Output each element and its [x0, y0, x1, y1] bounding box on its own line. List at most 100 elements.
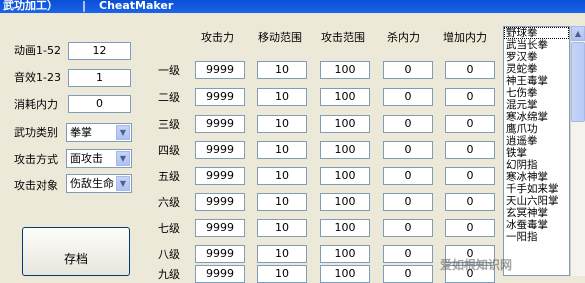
level-value-field[interactable]: 10	[257, 193, 307, 211]
level-value-field[interactable]: 10	[257, 265, 307, 283]
level-value-field[interactable]: 100	[320, 193, 370, 211]
level-value-field[interactable]: 0	[445, 88, 495, 106]
skill-list-item[interactable]: 鹰爪功	[504, 123, 569, 135]
category-value: 拳掌	[70, 126, 92, 139]
level-value-field[interactable]: 0	[383, 193, 433, 211]
header-kill-mp: 杀内力	[387, 31, 420, 44]
level-value-field[interactable]: 9999	[195, 245, 245, 263]
level-value-field[interactable]: 0	[445, 219, 495, 237]
level-value-field[interactable]: 0	[383, 115, 433, 133]
cost-label: 消耗内力	[14, 98, 58, 111]
window-title-left: 武功加工）	[3, 0, 58, 12]
level-value-field[interactable]: 10	[257, 141, 307, 159]
level-label: 八级	[158, 248, 180, 261]
level-value-field[interactable]: 100	[320, 88, 370, 106]
level-value-field[interactable]: 9999	[195, 141, 245, 159]
skill-list-item[interactable]: 罗汉拳	[504, 51, 569, 63]
scroll-thumb[interactable]	[571, 42, 585, 122]
level-value-field[interactable]: 0	[383, 219, 433, 237]
level-value-field[interactable]: 9999	[195, 219, 245, 237]
level-value-field[interactable]: 100	[320, 167, 370, 185]
level-label: 二级	[158, 91, 180, 104]
level-value-field[interactable]: 100	[320, 115, 370, 133]
skill-list-item[interactable]: 寒冰神掌	[504, 171, 569, 183]
skill-list-item[interactable]: 寒冰绵掌	[504, 111, 569, 123]
level-label: 三级	[158, 118, 180, 131]
category-label: 武功类别	[14, 126, 58, 139]
level-value-field[interactable]: 100	[320, 245, 370, 263]
level-value-field[interactable]: 100	[320, 141, 370, 159]
level-value-field[interactable]: 0	[383, 61, 433, 79]
target-select[interactable]: 伤敌生命 ▼	[66, 174, 132, 193]
skill-list-item[interactable]: 武当长拳	[504, 39, 569, 51]
skill-list-item[interactable]: 混元掌	[504, 99, 569, 111]
skill-list-item[interactable]: 一阳指	[504, 231, 569, 243]
watermark: 爱如根知识网	[440, 258, 513, 272]
level-value-field[interactable]: 0	[445, 61, 495, 79]
level-label: 七级	[158, 222, 180, 235]
skill-list-item[interactable]: 幻阴指	[504, 159, 569, 171]
level-value-field[interactable]: 0	[383, 167, 433, 185]
category-select[interactable]: 拳掌 ▼	[66, 123, 132, 142]
level-value-field[interactable]: 10	[257, 115, 307, 133]
skill-list-item[interactable]: 铁掌	[504, 147, 569, 159]
level-value-field[interactable]: 9999	[195, 167, 245, 185]
level-value-field[interactable]: 100	[320, 219, 370, 237]
level-value-field[interactable]: 9999	[195, 115, 245, 133]
attack-mode-value: 面攻击	[70, 152, 103, 165]
target-value: 伤敌生命	[70, 177, 114, 190]
level-value-field[interactable]: 9999	[195, 193, 245, 211]
chevron-down-icon[interactable]: ▼	[116, 125, 130, 140]
level-value-field[interactable]: 10	[257, 219, 307, 237]
target-label: 攻击对象	[14, 179, 58, 192]
anim-field[interactable]: 12	[68, 42, 131, 60]
skill-list-item[interactable]: 天山六阳掌	[504, 195, 569, 207]
level-value-field[interactable]: 0	[445, 193, 495, 211]
level-value-field[interactable]: 0	[383, 245, 433, 263]
level-value-field[interactable]: 10	[257, 167, 307, 185]
header-attack: 攻击力	[201, 31, 234, 44]
level-value-field[interactable]: 0	[383, 141, 433, 159]
window-title-app: CheatMaker	[99, 0, 174, 12]
level-value-field[interactable]: 0	[445, 167, 495, 185]
level-value-field[interactable]: 10	[257, 61, 307, 79]
level-value-field[interactable]: 100	[320, 61, 370, 79]
cost-field[interactable]: 0	[68, 95, 131, 113]
level-value-field[interactable]: 9999	[195, 265, 245, 283]
skill-list-item[interactable]: 野球拳	[504, 27, 569, 39]
skill-list-item[interactable]: 神王毒掌	[504, 75, 569, 87]
level-value-field[interactable]: 100	[320, 265, 370, 283]
level-value-field[interactable]: 10	[257, 88, 307, 106]
chevron-up-icon[interactable]: ▲	[571, 26, 585, 41]
skill-list-scrollbar[interactable]: ▲	[570, 26, 585, 276]
anim-label: 动画1-52	[14, 44, 61, 57]
skill-listbox[interactable]: 野球拳 武当长拳 罗汉拳 灵蛇拳 神王毒掌 七伤拳 混元掌 寒冰绵掌 鹰爪功 逍遥拳 铁掌 幻阴指 寒冰…	[503, 26, 570, 276]
skill-list-items: 野球拳 武当长拳 罗汉拳 灵蛇拳 神王毒掌 七伤拳 混元掌 寒冰绵掌 鹰爪功 逍遥拳 铁掌 幻阴指 寒冰…	[504, 27, 569, 243]
chevron-down-icon[interactable]: ▼	[116, 176, 130, 191]
skill-list-item[interactable]: 千手如来掌	[504, 183, 569, 195]
level-value-field[interactable]: 9999	[195, 61, 245, 79]
skill-list-item[interactable]: 冰蚕毒掌	[504, 219, 569, 231]
skill-list-item[interactable]: 逍遥拳	[504, 135, 569, 147]
level-value-field[interactable]: 0	[445, 141, 495, 159]
header-attack-range: 攻击范围	[321, 31, 365, 44]
window-title-separator: |	[82, 0, 87, 12]
level-label: 一级	[158, 64, 180, 77]
header-move-range: 移动范围	[258, 31, 302, 44]
skill-list-item[interactable]: 七伤拳	[504, 87, 569, 99]
attack-mode-select[interactable]: 面攻击 ▼	[66, 149, 132, 168]
level-label: 四级	[158, 144, 180, 157]
level-value-field[interactable]: 0	[445, 115, 495, 133]
save-button[interactable]: 存档	[22, 227, 130, 276]
skill-list-item[interactable]: 玄冥神掌	[504, 207, 569, 219]
chevron-down-icon[interactable]: ▼	[116, 151, 130, 166]
sound-field[interactable]: 1	[68, 69, 131, 87]
level-value-field[interactable]: 0	[383, 88, 433, 106]
level-value-field[interactable]: 9999	[195, 88, 245, 106]
level-value-field[interactable]: 0	[383, 265, 433, 283]
save-button-label: 存档	[63, 252, 88, 266]
sound-label: 音效1-23	[14, 71, 61, 84]
skill-list-item[interactable]: 灵蛇拳	[504, 63, 569, 75]
level-value-field[interactable]: 10	[257, 245, 307, 263]
attack-mode-label: 攻击方式	[14, 153, 58, 166]
